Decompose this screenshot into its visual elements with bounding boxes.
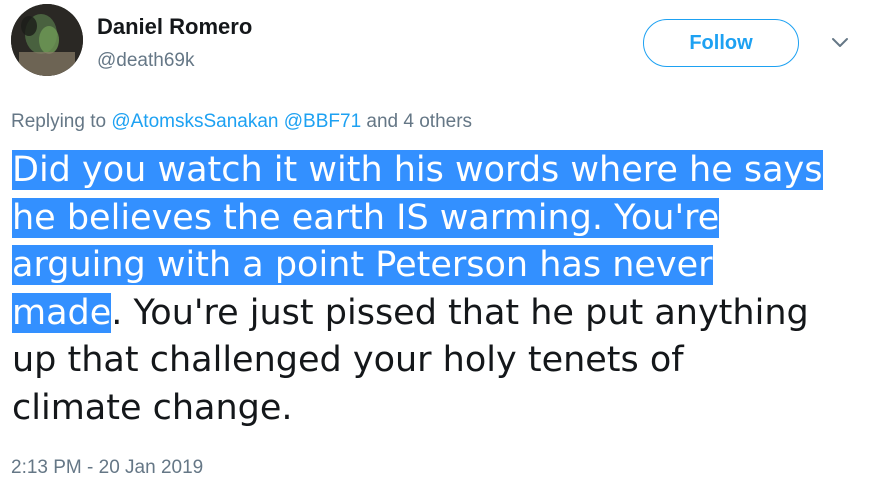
tweet-line: Did you watch it with his words where he… (12, 147, 882, 195)
reply-others: and 4 others (361, 111, 473, 132)
tweet-line: climate change. (12, 385, 882, 433)
tweet-line: made. You're just pissed that he put any… (12, 290, 882, 338)
avatar[interactable] (11, 4, 83, 76)
unselected-text: . You're just pissed that he put anythin… (111, 292, 809, 333)
mention-link[interactable]: @AtomsksSanakan (111, 111, 278, 132)
follow-button[interactable]: Follow (643, 19, 799, 67)
selected-text: Did you watch it with his words where he… (12, 150, 823, 190)
unselected-text: climate change. (12, 387, 293, 428)
tweet-line: he believes the earth IS warming. You're (12, 195, 882, 243)
mention-link[interactable]: @BBF71 (284, 111, 361, 132)
selected-text: he believes the earth IS warming. You're (12, 197, 720, 238)
tweet-line: arguing with a point Peterson has never (12, 242, 882, 290)
tweet-text: Did you watch it with his words where he… (12, 147, 882, 432)
selected-text: made (12, 292, 112, 333)
reply-prefix: Replying to (11, 111, 112, 132)
user-handle[interactable]: @death69k (97, 50, 194, 72)
display-name[interactable]: Daniel Romero (97, 14, 252, 40)
chevron-down-icon[interactable] (828, 35, 852, 51)
selected-text: arguing with a point Peterson has never (12, 245, 713, 285)
tweet-line: up that challenged your holy tenets of (12, 337, 882, 385)
reply-context: Replying to @AtomsksSanakan @BBF71 and 4… (11, 111, 472, 133)
unselected-text: up that challenged your holy tenets of (12, 340, 684, 380)
tweet-timestamp[interactable]: 2:13 PM - 20 Jan 2019 (11, 457, 203, 479)
